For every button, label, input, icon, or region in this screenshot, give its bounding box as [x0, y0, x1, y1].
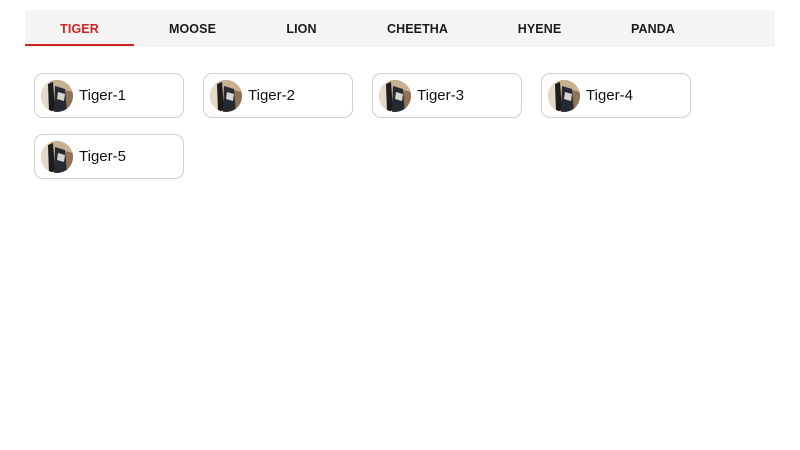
avatar: [41, 140, 73, 173]
card-grid: Tiger-1 Tiger-2 Tiger-3 Tiger-4 Tiger-5: [34, 73, 714, 179]
tab-moose[interactable]: MOOSE: [134, 10, 251, 47]
tab-tiger[interactable]: TIGER: [25, 10, 134, 47]
tab-cheetha[interactable]: CHEETHA: [352, 10, 483, 47]
tab-bar: TIGER MOOSE LION CHEETHA HYENE PANDA: [25, 10, 775, 47]
avatar: [41, 79, 73, 112]
card-label: Tiger-4: [586, 87, 633, 104]
tab-hyene[interactable]: HYENE: [483, 10, 596, 47]
card-label: Tiger-5: [79, 148, 126, 165]
card-label: Tiger-2: [248, 87, 295, 104]
card-label: Tiger-3: [417, 87, 464, 104]
avatar: [210, 79, 242, 112]
card-label: Tiger-1: [79, 87, 126, 104]
tab-panda[interactable]: PANDA: [596, 10, 710, 47]
card-tiger-3[interactable]: Tiger-3: [372, 73, 522, 118]
card-tiger-1[interactable]: Tiger-1: [34, 73, 184, 118]
avatar: [548, 79, 580, 112]
avatar: [379, 79, 411, 112]
card-tiger-4[interactable]: Tiger-4: [541, 73, 691, 118]
card-tiger-5[interactable]: Tiger-5: [34, 134, 184, 179]
card-tiger-2[interactable]: Tiger-2: [203, 73, 353, 118]
tab-lion[interactable]: LION: [251, 10, 352, 47]
